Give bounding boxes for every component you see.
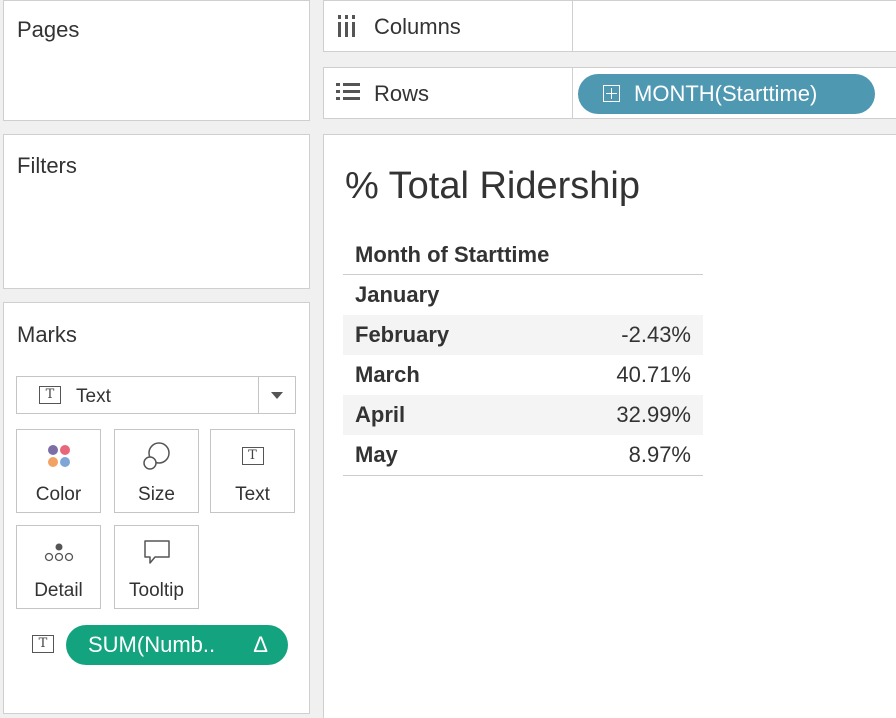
detail-button[interactable]: Detail bbox=[16, 525, 101, 609]
text-button-icon-wrap: T bbox=[211, 442, 294, 470]
sum-field-pill-label: SUM(Numb.. bbox=[88, 632, 216, 657]
detail-icon bbox=[17, 538, 100, 566]
size-button[interactable]: Size bbox=[114, 429, 199, 513]
chevron-down-icon bbox=[271, 392, 283, 399]
month-starttime-pill[interactable]: MONTH(Starttime) bbox=[578, 74, 875, 114]
month-cell[interactable]: March bbox=[343, 355, 539, 395]
value-cell[interactable]: 8.97% bbox=[539, 435, 703, 476]
rows-shelf-label-box: Rows bbox=[324, 68, 573, 118]
pages-title: Pages bbox=[17, 17, 80, 42]
table-row: February -2.43% bbox=[343, 315, 703, 355]
rows-label: Rows bbox=[374, 81, 430, 106]
rows-shelf[interactable]: Rows MONTH(Starttime) bbox=[323, 67, 896, 119]
table-row: January bbox=[343, 275, 703, 316]
text-encoding-icon[interactable]: T bbox=[32, 635, 54, 653]
viz-title: % Total Ridership bbox=[345, 165, 641, 207]
value-cell[interactable]: 40.71% bbox=[539, 355, 703, 395]
month-starttime-pill-label: MONTH(Starttime) bbox=[634, 81, 818, 106]
tooltip-icon bbox=[115, 538, 198, 566]
text-label: Text bbox=[235, 484, 270, 505]
size-icon bbox=[115, 442, 198, 470]
data-table: Month of Starttime January February -2.4… bbox=[343, 235, 703, 476]
month-cell[interactable]: April bbox=[343, 395, 540, 435]
value-cell[interactable]: 32.99% bbox=[539, 395, 703, 435]
value-cell[interactable] bbox=[539, 275, 703, 316]
columns-icon bbox=[336, 15, 358, 42]
columns-shelf[interactable]: Columns bbox=[323, 0, 896, 52]
mark-type-dropdown[interactable]: T Text bbox=[16, 376, 296, 414]
expand-plus-icon[interactable] bbox=[603, 85, 620, 102]
color-button[interactable]: Color bbox=[16, 429, 101, 513]
tooltip-button[interactable]: Tooltip bbox=[114, 525, 199, 609]
month-column-header[interactable]: Month of Starttime bbox=[343, 235, 703, 275]
text-button[interactable]: T Text bbox=[210, 429, 295, 513]
marks-card: Marks T Text Color Size T Text Detail To… bbox=[3, 302, 310, 714]
tooltip-label: Tooltip bbox=[129, 580, 184, 601]
rows-icon bbox=[336, 82, 360, 107]
columns-shelf-label-box: Columns bbox=[324, 1, 573, 51]
sum-field-pill[interactable]: SUM(Numb.. Δ bbox=[66, 625, 288, 665]
marks-title: Marks bbox=[17, 322, 77, 347]
columns-label: Columns bbox=[374, 14, 461, 39]
text-mark-icon: T bbox=[39, 386, 61, 404]
filters-card[interactable]: Filters bbox=[3, 134, 310, 289]
text-icon: T bbox=[241, 447, 264, 465]
month-cell[interactable]: May bbox=[343, 435, 540, 476]
color-label: Color bbox=[35, 484, 82, 505]
viz-area: % Total Ridership Month of Starttime Jan… bbox=[323, 134, 896, 718]
table-row: March 40.71% bbox=[343, 355, 703, 395]
table-row: April 32.99% bbox=[343, 395, 703, 435]
table-row: May 8.97% bbox=[343, 435, 703, 476]
table-header-row: Month of Starttime bbox=[343, 235, 703, 275]
pages-card[interactable]: Pages bbox=[3, 0, 310, 121]
filters-title: Filters bbox=[17, 153, 77, 178]
table-calc-delta-icon: Δ bbox=[253, 632, 268, 657]
size-label: Size bbox=[138, 484, 175, 505]
value-cell[interactable]: -2.43% bbox=[539, 315, 703, 355]
mark-type-label: Text bbox=[76, 386, 111, 407]
color-icon bbox=[17, 442, 100, 470]
dropdown-divider bbox=[258, 377, 259, 413]
month-cell[interactable]: January bbox=[343, 275, 539, 316]
month-cell[interactable]: February bbox=[343, 315, 540, 355]
detail-label: Detail bbox=[34, 580, 83, 601]
